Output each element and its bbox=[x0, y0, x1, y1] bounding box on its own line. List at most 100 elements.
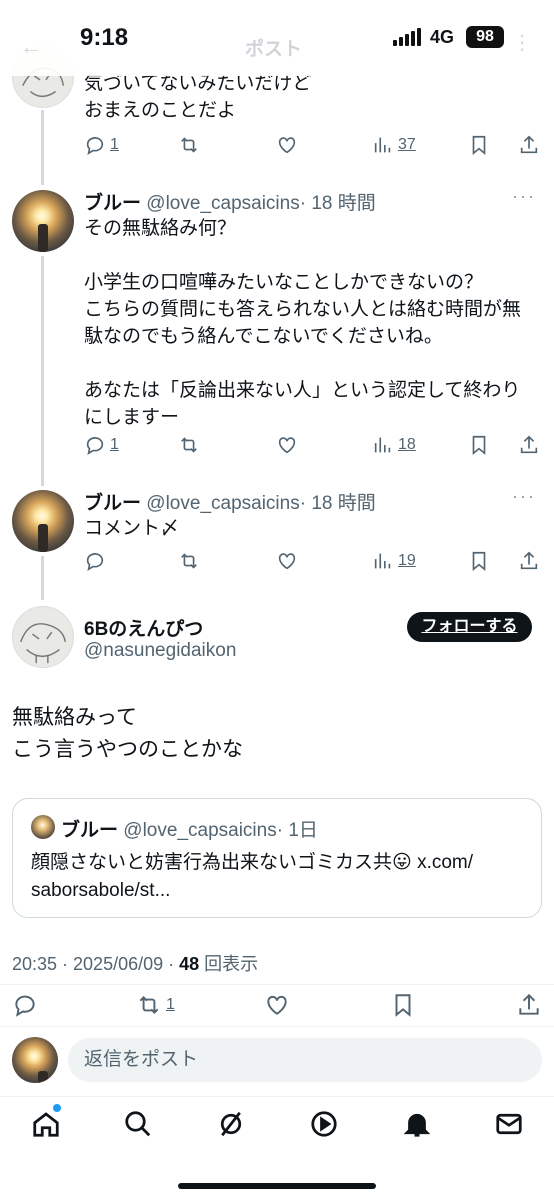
share-button[interactable] bbox=[518, 134, 540, 156]
network-type: 4G bbox=[430, 27, 455, 47]
views-icon bbox=[374, 553, 391, 569]
home-indicator bbox=[178, 1183, 376, 1189]
post-text: コメント〆 bbox=[84, 518, 180, 539]
share-icon bbox=[520, 551, 538, 570]
repost-icon bbox=[181, 553, 197, 569]
search-icon[interactable] bbox=[123, 1109, 153, 1139]
bookmark-button[interactable] bbox=[468, 134, 490, 156]
repost-button[interactable] bbox=[178, 134, 200, 156]
display-name[interactable]: ブルー bbox=[84, 193, 141, 214]
quoted-post[interactable]: ブルー @love_capsaicins· 1日 顔隠さないと妨害行為出来ないゴ… bbox=[12, 798, 542, 918]
views-button[interactable]: 37 bbox=[372, 134, 416, 156]
quoted-header: ブルー @love_capsaicins· 1日 bbox=[61, 820, 318, 841]
reply-icon bbox=[86, 553, 104, 571]
display-name[interactable]: ブルー bbox=[84, 493, 141, 514]
nav-title: ポスト bbox=[245, 39, 303, 60]
more-icon[interactable]: ⋮ bbox=[512, 30, 532, 55]
grok-icon[interactable] bbox=[216, 1109, 246, 1139]
quoted-avatar bbox=[31, 815, 55, 839]
thread-line bbox=[41, 556, 44, 600]
post-header: ブルー @love_capsaicins· 18 時間 bbox=[84, 488, 376, 515]
reply-icon bbox=[15, 995, 35, 1017]
main-post-actions: 1 bbox=[12, 992, 542, 1020]
views-icon bbox=[374, 437, 391, 453]
share-icon bbox=[520, 435, 538, 454]
author-handle[interactable]: @nasunegidaikon bbox=[84, 640, 236, 662]
bookmark-icon bbox=[395, 994, 411, 1017]
reply-icon bbox=[86, 137, 104, 155]
like-icon bbox=[278, 137, 296, 154]
views-count: 37 bbox=[398, 136, 416, 153]
post-time: · 18 時間 bbox=[299, 193, 376, 214]
post-actions: 1 18 bbox=[84, 434, 544, 462]
reply-input[interactable]: 返信をポスト bbox=[68, 1038, 542, 1082]
back-arrow-icon[interactable]: ← bbox=[20, 34, 42, 60]
like-button[interactable] bbox=[276, 550, 298, 572]
signal-icon bbox=[393, 28, 421, 46]
views-count: 19 bbox=[398, 552, 416, 569]
post-actions: 1 37 bbox=[84, 134, 544, 162]
repost-icon bbox=[181, 437, 197, 453]
views-button[interactable]: 18 bbox=[372, 434, 416, 456]
bookmark-icon bbox=[472, 551, 486, 572]
repost-icon bbox=[181, 137, 197, 153]
more-options-icon[interactable]: ··· bbox=[512, 486, 536, 507]
divider bbox=[0, 984, 554, 985]
repost-button[interactable] bbox=[178, 434, 200, 456]
thread-line bbox=[41, 256, 44, 486]
notifications-icon[interactable] bbox=[402, 1109, 432, 1139]
handle[interactable]: @love_capsaicins bbox=[146, 193, 299, 214]
views-button[interactable]: 19 bbox=[372, 550, 416, 572]
thread-line bbox=[41, 110, 44, 185]
reply-count: 1 bbox=[110, 136, 119, 153]
more-options-icon[interactable]: ··· bbox=[512, 186, 536, 207]
like-icon bbox=[278, 437, 296, 454]
repost-button[interactable]: 1 bbox=[136, 992, 175, 1018]
avatar[interactable] bbox=[12, 606, 74, 668]
reply-button[interactable] bbox=[12, 992, 38, 1018]
share-button[interactable] bbox=[516, 992, 542, 1018]
avatar[interactable] bbox=[12, 190, 74, 252]
bookmark-button[interactable] bbox=[468, 550, 490, 572]
my-avatar[interactable] bbox=[12, 1037, 58, 1083]
bottom-tab-bar bbox=[0, 1096, 554, 1156]
bookmark-icon bbox=[472, 135, 486, 156]
reply-button[interactable]: 1 bbox=[84, 434, 119, 456]
repost-button[interactable] bbox=[178, 550, 200, 572]
post-time: · 18 時間 bbox=[299, 493, 376, 514]
share-button[interactable] bbox=[518, 550, 540, 572]
repost-icon bbox=[139, 996, 159, 1014]
views-count: 48 bbox=[179, 954, 200, 974]
share-icon bbox=[519, 993, 539, 1015]
status-bar: ← ポスト ⋮ 9:18 4G 98 bbox=[0, 0, 554, 76]
reply-button[interactable]: 1 bbox=[84, 134, 119, 156]
handle[interactable]: @love_capsaicins bbox=[146, 493, 299, 514]
like-button[interactable] bbox=[276, 134, 298, 156]
share-icon bbox=[520, 135, 538, 154]
bookmark-button[interactable] bbox=[468, 434, 490, 456]
repost-count: 1 bbox=[166, 996, 175, 1013]
views-count: 18 bbox=[398, 436, 416, 453]
reply-button[interactable] bbox=[84, 550, 110, 572]
share-button[interactable] bbox=[518, 434, 540, 456]
battery-indicator: 98 bbox=[466, 26, 504, 48]
video-icon[interactable] bbox=[309, 1109, 339, 1139]
post-text: その無駄絡み何？ 小学生の口喧嘩みたいなことしかできないの？ こちらの質問にも答… bbox=[84, 218, 522, 428]
bookmark-button[interactable] bbox=[390, 992, 416, 1018]
follow-button[interactable]: フォローする bbox=[407, 612, 532, 642]
post-text: 気づいてないみたいだけど おまえのことだよ bbox=[84, 73, 312, 121]
reply-icon bbox=[86, 437, 104, 455]
reply-count: 1 bbox=[110, 436, 119, 453]
like-icon bbox=[278, 553, 296, 570]
like-button[interactable] bbox=[264, 992, 290, 1018]
messages-icon[interactable] bbox=[494, 1109, 524, 1139]
clock: 9:18 bbox=[80, 24, 129, 51]
main-post-text: 無駄絡みって こう言うやつのことかな bbox=[12, 706, 243, 761]
avatar[interactable] bbox=[12, 490, 74, 552]
home-icon[interactable] bbox=[31, 1109, 61, 1139]
post-actions: 19 bbox=[84, 550, 544, 578]
like-button[interactable] bbox=[276, 434, 298, 456]
bookmark-icon bbox=[472, 435, 486, 456]
unread-dot bbox=[53, 1104, 61, 1112]
author-name[interactable]: 6Bのえんぴつ bbox=[84, 614, 203, 641]
